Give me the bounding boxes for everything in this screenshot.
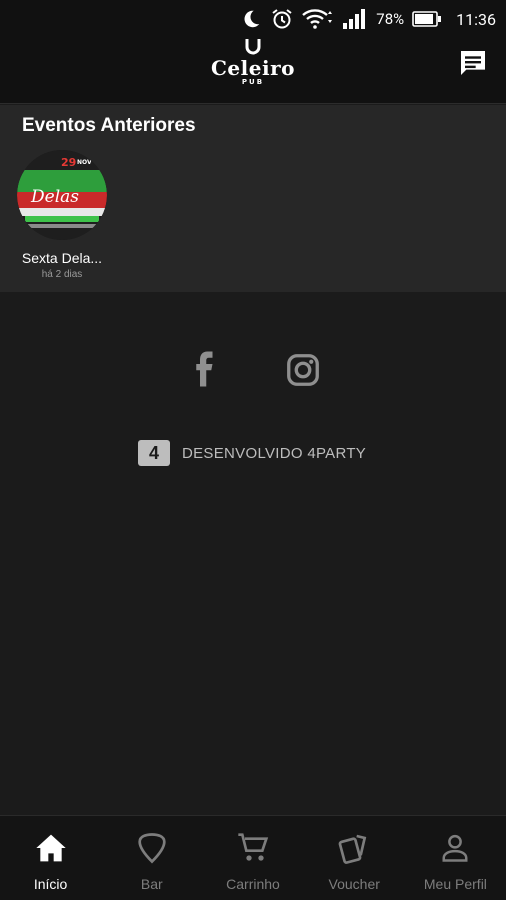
bottom-navigation: Início Bar Carrinho Voucher Meu Perfil [0,815,506,900]
credit-logo-mark: 4 [148,442,159,463]
nav-item-carrinho[interactable]: Carrinho [202,816,303,900]
event-time: há 2 dias [41,269,83,280]
battery-percent: 78% [376,10,405,28]
chat-icon [461,51,485,75]
person-icon [442,834,468,862]
logo-subtext: PUB [241,78,265,86]
status-time: 11:36 [456,9,496,29]
battery-icon [412,11,442,27]
nav-label: Voucher [328,876,380,892]
status-bar: 78% 11:36 [0,0,506,38]
developer-credit[interactable]: 4 DESENVOLVIDO 4PARTY [138,438,366,468]
alarm-icon [272,9,292,29]
cart-icon [238,833,269,861]
nav-item-bar[interactable]: Bar [101,816,202,900]
instagram-icon [287,354,319,386]
signal-icon [343,9,366,29]
moon-icon [244,10,260,28]
instagram-button[interactable] [285,352,321,388]
guitar-pick-icon [138,833,166,864]
messages-button[interactable] [456,46,490,80]
thumb-date: 29 [61,156,76,169]
facebook-button[interactable] [190,350,220,388]
home-icon [35,834,66,862]
4party-logo: 4 [138,440,170,466]
nav-item-meu-perfil[interactable]: Meu Perfil [405,816,506,900]
thumb-text: Delas [30,187,79,207]
event-thumbnail[interactable]: 29 NOV Delas [17,150,107,240]
voucher-icon [338,834,367,864]
horseshoe-icon [245,39,261,55]
nav-item-voucher[interactable]: Voucher [304,816,405,900]
previous-events-section: Eventos Anteriores 29 NOV Delas Sexta De… [0,105,506,292]
wifi-icon [302,9,333,29]
nav-label: Meu Perfil [423,876,487,892]
nav-label: Início [33,876,68,892]
credit-text: DESENVOLVIDO 4PARTY [182,444,367,462]
celeiro-pub-logo: Celeiro PUB [208,38,298,98]
nav-item-inicio[interactable]: Início [0,816,101,900]
nav-label: Carrinho [226,876,280,892]
section-title: Eventos Anteriores [22,115,196,136]
nav-label: Bar [140,876,163,892]
facebook-icon [196,351,213,387]
thumb-month: NOV [77,159,92,166]
event-name: Sexta Dela... [21,250,103,266]
event-card[interactable]: 29 NOV Delas Sexta Dela... há 2 dias [14,150,110,285]
logo-text: Celeiro [211,56,295,80]
social-links [0,350,506,390]
app-header: Celeiro PUB [0,38,506,104]
